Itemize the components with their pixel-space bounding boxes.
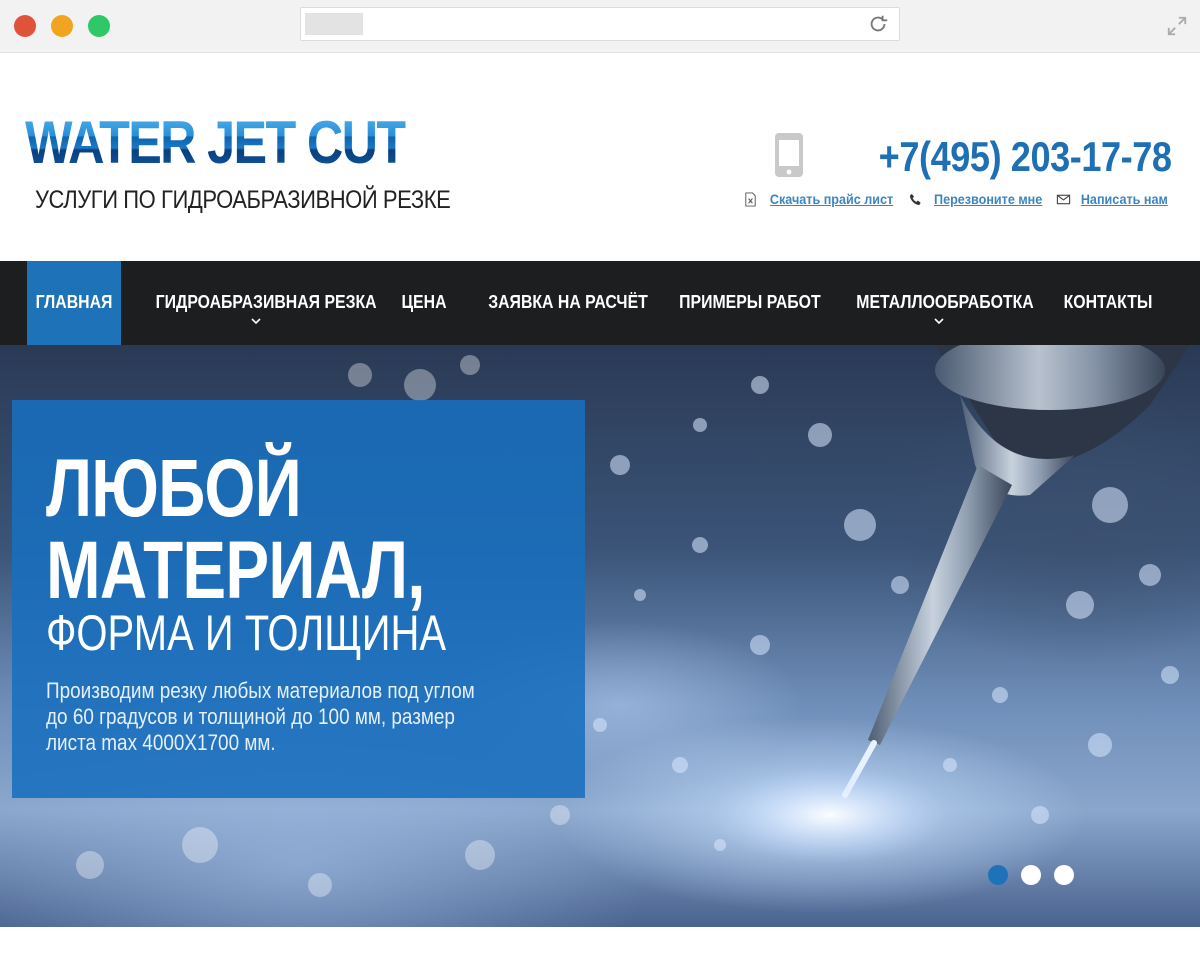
envelope-icon xyxy=(1057,194,1071,204)
nav-item-home[interactable]: ГЛАВНАЯ xyxy=(27,261,121,345)
nav-item-label: ЗАЯВКА НА РАСЧЁТ xyxy=(488,292,648,312)
header-links: Скачать прайс лист Перезвоните мне Напис… xyxy=(743,191,1173,207)
nav-item-label: ГИДРОАБРАЗИВНАЯ РЕЗКА xyxy=(155,292,377,312)
phone-handset-icon xyxy=(909,193,921,205)
nav-item-label: КОНТАКТЫ xyxy=(1063,292,1153,312)
reload-icon[interactable] xyxy=(867,13,889,35)
nav-item-request[interactable]: ЗАЯВКА НА РАСЧЁТ xyxy=(478,261,648,345)
main-navigation: ГЛАВНАЯ ГИДРОАБРАЗИВНАЯ РЕЗКА ЦЕНА ЗАЯВК… xyxy=(0,261,1200,345)
hero-heading-line2: МАТЕРИАЛ, xyxy=(46,525,426,616)
phone-number[interactable]: +7(495) 203-17-78 xyxy=(879,133,1172,181)
nav-item-portfolio[interactable]: ПРИМЕРЫ РАБОТ xyxy=(670,261,822,345)
nav-item-label: ГЛАВНАЯ xyxy=(35,292,113,312)
callback-label[interactable]: Перезвоните мне xyxy=(934,191,1042,207)
nav-item-price[interactable]: ЦЕНА xyxy=(393,261,455,345)
nav-item-label: ПРИМЕРЫ РАБОТ xyxy=(679,292,821,312)
address-bar[interactable] xyxy=(300,7,900,41)
window-minimize-button[interactable] xyxy=(51,15,73,37)
slider-dot-1[interactable] xyxy=(988,865,1008,885)
nav-item-label: МЕТАЛЛООБРАБОТКА xyxy=(856,292,1034,312)
hero-description: Производим резку любых материалов под уг… xyxy=(46,678,475,755)
excel-file-icon xyxy=(745,191,756,207)
hero-subheading: ФОРМА И ТОЛЩИНА xyxy=(46,605,447,661)
nav-item-label: ЦЕНА xyxy=(401,292,447,312)
slider-dot-3[interactable] xyxy=(1054,865,1074,885)
download-price-link[interactable]: Скачать прайс лист xyxy=(743,191,900,207)
slider-pagination xyxy=(988,865,1074,885)
chevron-down-icon xyxy=(251,318,261,325)
hero-heading-line1: ЛЮБОЙ xyxy=(46,443,302,534)
nav-item-contacts[interactable]: КОНТАКТЫ xyxy=(1055,261,1161,345)
site-header: WATER JET CUT УСЛУГИ ПО ГИДРОАБРАЗИВНОЙ … xyxy=(0,53,1200,261)
chevron-down-icon xyxy=(934,318,944,325)
slider-dot-2[interactable] xyxy=(1021,865,1041,885)
write-us-label[interactable]: Написать нам xyxy=(1081,191,1168,207)
nav-item-metalworking[interactable]: МЕТАЛЛООБРАБОТКА xyxy=(845,261,1034,345)
browser-toolbar xyxy=(0,0,1200,53)
expand-icon[interactable] xyxy=(1166,15,1188,37)
window-close-button[interactable] xyxy=(14,15,36,37)
logo-subtitle: УСЛУГИ ПО ГИДРОАБРАЗИВНОЙ РЕЗКЕ xyxy=(35,186,451,214)
logo-title[interactable]: WATER JET CUT xyxy=(25,113,407,173)
url-text-placeholder xyxy=(305,13,363,35)
nav-item-waterjet-cutting[interactable]: ГИДРОАБРАЗИВНАЯ РЕЗКА xyxy=(142,261,377,345)
mobile-phone-icon xyxy=(775,133,803,177)
hero-text-panel: ЛЮБОЙ МАТЕРИАЛ, ФОРМА И ТОЛЩИНА Производ… xyxy=(12,400,585,798)
write-us-link[interactable]: Написать нам xyxy=(1056,191,1173,207)
callback-link[interactable]: Перезвоните мне xyxy=(908,191,1048,207)
download-price-label[interactable]: Скачать прайс лист xyxy=(770,191,893,207)
window-maximize-button[interactable] xyxy=(88,15,110,37)
hero-slider: ЛЮБОЙ МАТЕРИАЛ, ФОРМА И ТОЛЩИНА Производ… xyxy=(0,345,1200,927)
